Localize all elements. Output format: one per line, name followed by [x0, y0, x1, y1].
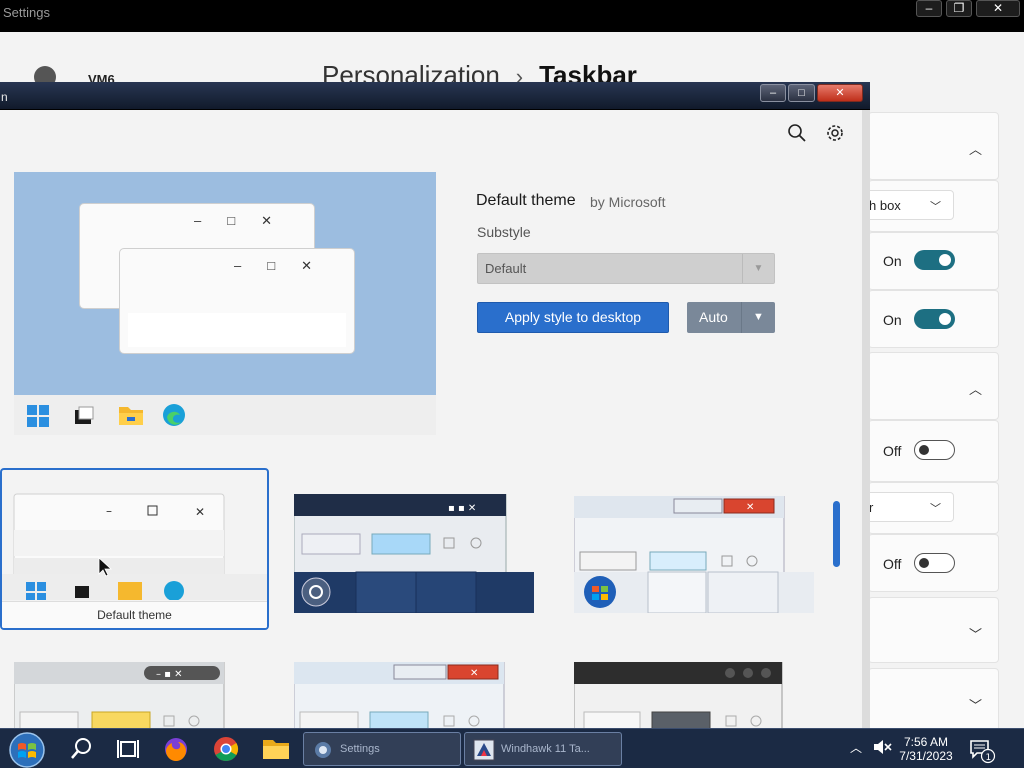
theme-thumbnail-aero[interactable]: ✕: [574, 496, 814, 613]
tray-overflow-chevron-icon[interactable]: ︿: [850, 739, 862, 756]
chevron-up-icon: ︿: [969, 142, 983, 157]
preview-window-controls: –□✕: [194, 213, 298, 228]
notification-center-icon[interactable]: 1: [968, 737, 996, 765]
svg-text:✕: ✕: [746, 502, 754, 513]
chevron-down-icon: ▼: [742, 254, 774, 283]
chevron-down-icon: ﹀: [930, 201, 941, 213]
search-icon[interactable]: [784, 120, 810, 146]
chevron-down-icon: ﹀: [969, 627, 983, 642]
substyle-label: Substyle: [477, 224, 531, 240]
taskbar-task-label: Windhawk 11 Ta...: [501, 743, 590, 755]
windows-orb-icon[interactable]: [8, 731, 46, 768]
chevron-down-icon: ﹀: [969, 698, 983, 713]
chrome-icon[interactable]: [210, 733, 242, 765]
settings-titlebar: Settings – ❐ ✕: [0, 0, 1024, 32]
app-content: –□✕ –□✕ Default theme by Microsoft Subst…: [0, 110, 862, 728]
settings-section-header[interactable]: ﹀: [868, 668, 999, 734]
app-scrollbar[interactable]: [862, 110, 870, 728]
task-view-icon[interactable]: [112, 733, 144, 765]
folder-icon[interactable]: [260, 733, 292, 765]
settings-section-header[interactable]: ﹀: [868, 597, 999, 663]
preview-window-body: [128, 313, 346, 347]
svg-text:– ▪ ✕: – ▪ ✕: [156, 669, 183, 680]
settings-section-header[interactable]: ︿: [868, 352, 999, 420]
theme-thumbnail-image: – ✕: [2, 493, 267, 600]
settings-close-button[interactable]: ✕: [976, 0, 1020, 17]
toggle-state-label: Off: [883, 556, 902, 572]
settings-maximize-button[interactable]: ❐: [946, 0, 972, 17]
toggle-switch[interactable]: [914, 309, 955, 329]
search-box-dropdown[interactable]: h box ﹀: [858, 190, 954, 220]
list-scrollbar-thumb[interactable]: [833, 501, 840, 567]
theme-name: Default theme: [476, 192, 576, 209]
volume-muted-icon[interactable]: [872, 737, 892, 757]
apply-style-button[interactable]: Apply style to desktop: [477, 302, 669, 333]
theme-thumbnail-light-blue[interactable]: ✕: [294, 662, 506, 728]
theme-thumbnail-blue-dark[interactable]: ▪ ▪ ✕: [294, 494, 534, 613]
app-window: n – □ ✕ –□✕ –□✕ Default theme by Microso…: [0, 82, 870, 728]
gear-icon[interactable]: [822, 120, 848, 146]
theme-thumbnail-dark[interactable]: [574, 662, 786, 728]
windhawk-icon: [473, 739, 495, 761]
svg-text:✕: ✕: [470, 668, 478, 679]
app-maximize-button[interactable]: □: [788, 84, 815, 102]
taskbar-task-label: Settings: [340, 743, 380, 755]
firefox-icon[interactable]: [160, 733, 192, 765]
clock-time: 7:56 AM: [903, 735, 949, 749]
gear-icon: [315, 742, 331, 758]
taskbar-task-windhawk[interactable]: Windhawk 11 Ta...: [464, 732, 622, 766]
svg-text:–: –: [106, 504, 112, 518]
os-taskbar: Settings Windhawk 11 Ta... ︿ 7:56 AM 7/3…: [0, 728, 1024, 768]
substyle-dropdown[interactable]: Default ▼: [477, 253, 775, 284]
clock-date: 7/31/2023: [899, 749, 953, 763]
auto-button-label: Auto: [699, 309, 728, 325]
app-minimize-button[interactable]: –: [760, 84, 786, 102]
app-close-button[interactable]: ✕: [817, 84, 863, 102]
toggle-state-label: On: [883, 312, 902, 328]
windows-logo-icon: [27, 405, 49, 427]
toggle-switch[interactable]: [914, 440, 955, 460]
search-icon[interactable]: [66, 733, 98, 765]
settings-window-title: Settings: [3, 5, 50, 20]
settings-section-header[interactable]: ︿: [868, 112, 999, 180]
tray-clock[interactable]: 7:56 AM 7/31/2023: [894, 735, 958, 763]
theme-thumbnail-silver[interactable]: – ▪ ✕: [14, 662, 226, 728]
thumbnail-caption: Default theme: [2, 601, 267, 628]
notification-count: 1: [986, 753, 992, 763]
dropdown-value: h box: [869, 198, 901, 213]
settings-minimize-button[interactable]: –: [916, 0, 942, 17]
chevron-down-icon[interactable]: ▼: [741, 302, 775, 333]
settings-dropdown[interactable]: r ﹀: [858, 492, 954, 522]
folder-icon: [119, 407, 143, 425]
chevron-up-icon: ︿: [969, 382, 983, 397]
toggle-switch[interactable]: [914, 250, 955, 270]
substyle-value: Default: [485, 261, 527, 276]
chevron-down-icon: ﹀: [930, 503, 941, 515]
app-titlebar[interactable]: n – □ ✕: [0, 82, 870, 110]
preview-window-front: –□✕: [119, 248, 355, 354]
svg-text:✕: ✕: [195, 505, 205, 519]
taskbar-task-settings[interactable]: Settings: [303, 732, 461, 766]
toggle-state-label: On: [883, 253, 902, 269]
preview-taskbar: [14, 395, 436, 435]
theme-thumbnail-default[interactable]: – ✕ Default theme: [0, 468, 269, 630]
terminal-icon: [75, 406, 94, 424]
svg-text:▪ ▪ ✕: ▪ ▪ ✕: [448, 503, 476, 514]
theme-author: by Microsoft: [590, 194, 666, 210]
auto-split-button[interactable]: Auto ▼: [687, 302, 775, 333]
edge-icon: [163, 404, 185, 426]
toggle-switch[interactable]: [914, 553, 955, 573]
app-window-title: n: [1, 90, 8, 104]
preview-window-controls: –□✕: [234, 258, 338, 273]
toggle-state-label: Off: [883, 443, 902, 459]
